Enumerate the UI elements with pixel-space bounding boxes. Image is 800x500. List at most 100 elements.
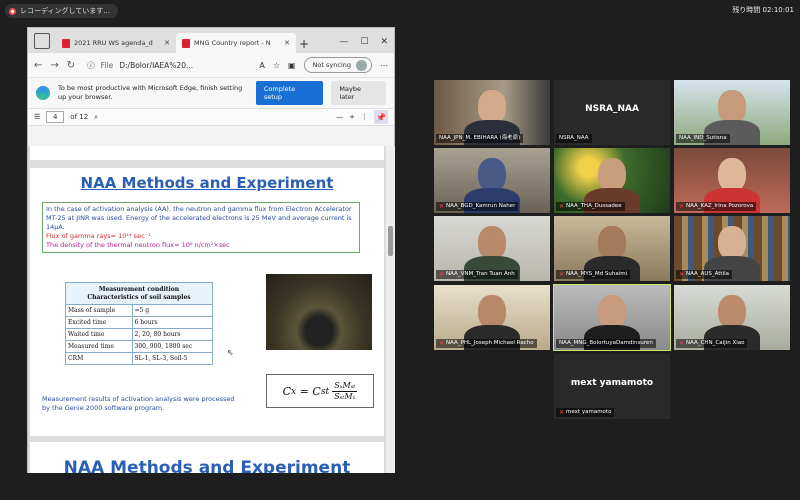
table-row: Excited time 6 hours bbox=[65, 316, 214, 329]
participant-tile[interactable]: ✕ NAA_CHN_Caijin Xiao bbox=[674, 285, 790, 350]
table-cell: Waited time bbox=[65, 328, 133, 341]
recording-indicator: レコーディングしています... bbox=[5, 4, 118, 18]
refresh-icon[interactable]: ↻ bbox=[67, 60, 75, 71]
close-tab-icon[interactable]: ✕ bbox=[164, 39, 170, 47]
participant-name: ✕ NAA_KAZ_Irina Pozorova bbox=[676, 202, 757, 211]
table-cell: 2, 20, 80 hours bbox=[131, 328, 214, 341]
accelerator-photo bbox=[266, 274, 372, 350]
participant-tile[interactable]: ✕ NAA_KAZ_Irina Pozorova bbox=[674, 148, 790, 213]
more-icon[interactable]: ⋯ bbox=[380, 61, 388, 70]
table-header: Measurement condition Characteristics of… bbox=[65, 282, 213, 305]
recording-label: レコーディングしています... bbox=[20, 7, 110, 15]
scrollbar-thumb[interactable] bbox=[388, 226, 393, 256]
back-icon[interactable]: ← bbox=[34, 60, 42, 71]
formula-c-sub: st bbox=[320, 385, 330, 397]
pdf-page-4: NAA Methods and Experiment In the case o… bbox=[30, 168, 384, 436]
neutron-flux-text: The density of the thermal neutron flux=… bbox=[46, 241, 230, 249]
participant-name-text: NAA_VNM_Tran Tuan Anh bbox=[446, 271, 515, 277]
participant-name-text: NAA_CHN_Caijin Xiao bbox=[686, 340, 745, 346]
setup-banner: To be most productive with Microsoft Edg… bbox=[28, 77, 394, 108]
participant-tile[interactable]: NSRA_NAA NSRA_NAA bbox=[554, 80, 670, 145]
maximize-icon[interactable]: ☐ bbox=[360, 37, 368, 47]
tab-country-report[interactable]: MNG Country report - N ✕ bbox=[176, 33, 296, 53]
tab-agenda[interactable]: 2021 RRU WS agenda_d ✕ bbox=[56, 33, 176, 53]
table-row: CRM SL-1, SL-3, Soil-5 bbox=[65, 352, 214, 365]
record-icon bbox=[9, 7, 16, 15]
tab-title: MNG Country report - N bbox=[194, 39, 271, 47]
zoom-out-icon[interactable]: — bbox=[336, 113, 343, 121]
muted-mic-icon: ✕ bbox=[439, 271, 445, 278]
participant-tile[interactable]: ✕ NAA_VNM_Tran Tuan Anh bbox=[434, 216, 550, 281]
muted-mic-icon: ✕ bbox=[439, 203, 445, 210]
more-options-icon[interactable]: ⋮ bbox=[361, 113, 368, 121]
participant-tile[interactable]: ✕ NAA_BGD_Kamrun Naher bbox=[434, 148, 550, 213]
formula-c: C bbox=[312, 384, 321, 398]
mouse-cursor-icon: ⇖ bbox=[227, 348, 234, 357]
participant-name: ✕ NAA_MYS_Md Suhaimi bbox=[556, 270, 631, 279]
contents-icon[interactable]: ☰ bbox=[34, 113, 40, 121]
close-tab-icon[interactable]: ✕ bbox=[284, 39, 290, 47]
remaining-value: 02:10:01 bbox=[762, 6, 794, 14]
table-header-line-2: Characteristics of soil samples bbox=[87, 293, 191, 301]
participant-display-name: NSRA_NAA bbox=[585, 104, 639, 114]
participant-name: ✕ NAA_CHN_Caijin Xiao bbox=[676, 339, 748, 348]
muted-mic-icon: ✕ bbox=[559, 409, 565, 416]
participant-tile[interactable]: NAA_IND_Sutisna bbox=[674, 80, 790, 145]
table-row: Waited time 2, 20, 80 hours bbox=[65, 328, 214, 341]
pdf-icon bbox=[182, 38, 190, 48]
participant-tile[interactable]: NAA_JPN_M. EBIHARA (海老原) bbox=[434, 80, 550, 145]
participant-tile[interactable]: ✕ NAA_MYS_Md Suhaimi bbox=[554, 216, 670, 281]
pdf-icon bbox=[62, 38, 70, 48]
slide-title-next: NAA Methods and Experiment bbox=[63, 458, 351, 473]
screen: レコーディングしています... 残り時間 02:10:01 2021 RRU W… bbox=[0, 0, 800, 500]
url-field[interactable]: ⓘ File D:/Bolor/IAEA%20... bbox=[83, 57, 251, 73]
collections-icon[interactable]: ▣ bbox=[288, 61, 296, 70]
muted-mic-icon: ✕ bbox=[679, 340, 685, 347]
pdf-viewer[interactable]: NAA Methods and Experiment In the case o… bbox=[28, 146, 386, 473]
zoom-in-icon[interactable]: + bbox=[349, 113, 355, 121]
participant-name-text: NAA_IND_Sutisna bbox=[679, 135, 727, 141]
participant-name: ✕ NAA_THA_Dussadee bbox=[556, 202, 625, 211]
participant-name: ✕ NAA_BGD_Kamrun Naher bbox=[436, 202, 519, 211]
pin-toolbar-icon[interactable]: 📌 bbox=[374, 110, 388, 124]
participant-name: NAA_IND_Sutisna bbox=[676, 134, 730, 143]
slide-paragraph: In the case of activation analysis (AA),… bbox=[46, 205, 352, 231]
page-number-input[interactable]: 4 bbox=[46, 111, 65, 123]
slide-text-box: In the case of activation analysis (AA),… bbox=[42, 202, 360, 253]
sync-label: Not syncing bbox=[312, 61, 351, 69]
participant-tile[interactable]: ✕ NAA_PHL_Joseph Michael Racho bbox=[434, 285, 550, 350]
new-tab-button[interactable]: + bbox=[296, 35, 312, 53]
address-bar: ← → ↻ ⓘ File D:/Bolor/IAEA%20... A ☆ ▣ N… bbox=[28, 53, 394, 77]
minimize-icon[interactable]: — bbox=[339, 37, 348, 47]
tab-actions-icon[interactable] bbox=[34, 33, 50, 49]
participant-name-text: NAA_JPN_M. EBIHARA (海老原) bbox=[439, 135, 521, 141]
profile-button[interactable]: Not syncing bbox=[303, 57, 372, 73]
reading-view-icon[interactable]: A bbox=[259, 61, 264, 70]
pdf-toolbar: ☰ 4 of 12 ⌕ — + ⋮ 📌 bbox=[28, 108, 394, 126]
participant-tile[interactable]: mext yamamoto ✕ mext yamamoto bbox=[554, 354, 670, 419]
participant-tile-active-speaker[interactable]: NAA_MNG_BolortuyaDamdinsuren bbox=[553, 284, 671, 351]
participant-tile[interactable]: ✕ NAA_AUS_Attila bbox=[674, 216, 790, 281]
complete-setup-button[interactable]: Complete setup bbox=[255, 81, 324, 105]
browser-window: 2021 RRU WS agenda_d ✕ MNG Country repor… bbox=[27, 27, 395, 473]
participant-name: ✕ NAA_PHL_Joseph Michael Racho bbox=[436, 339, 537, 348]
participant-name-text: NAA_THA_Dussadee bbox=[566, 203, 622, 209]
forward-icon[interactable]: → bbox=[50, 60, 58, 71]
pdf-page-5: NAA Methods and Experiment bbox=[30, 442, 384, 473]
search-icon[interactable]: ⌕ bbox=[94, 113, 98, 122]
maybe-later-button[interactable]: Maybe later bbox=[331, 81, 386, 105]
formula-numerator: SₓMₛₜ bbox=[332, 380, 358, 392]
participant-name-text: NAA_PHL_Joseph Michael Racho bbox=[446, 340, 534, 346]
window-controls: — ☐ ✕ bbox=[339, 37, 394, 53]
close-window-icon[interactable]: ✕ bbox=[380, 37, 388, 47]
muted-mic-icon: ✕ bbox=[439, 340, 445, 347]
participant-tile[interactable]: ✕ NAA_THA_Dussadee bbox=[554, 148, 670, 213]
table-cell: Measured time bbox=[65, 340, 133, 353]
favorites-icon[interactable]: ☆ bbox=[273, 61, 280, 70]
table-cell: 6 hours bbox=[131, 316, 214, 329]
table-cell: ≈5 g bbox=[131, 304, 214, 317]
pdf-scrollbar[interactable] bbox=[386, 146, 395, 473]
concentration-formula: Cx = Cst SₓMₛₜ SₛₜMₓ bbox=[266, 374, 374, 408]
participant-name-text: NAA_AUS_Attila bbox=[686, 271, 730, 277]
muted-mic-icon: ✕ bbox=[559, 271, 565, 278]
